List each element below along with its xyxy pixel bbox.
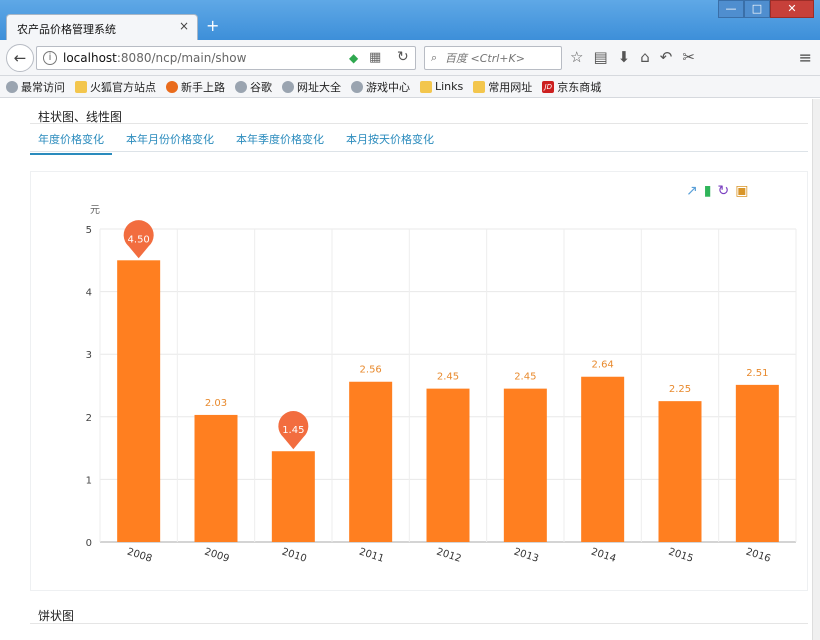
screenshot-icon[interactable]: ✂ (682, 48, 695, 66)
close-window-button[interactable]: ✕ (770, 0, 814, 18)
window-controls: — □ ✕ (718, 0, 814, 18)
undo-icon[interactable]: ↶ (660, 48, 673, 66)
bookmark-getting-started[interactable]: 新手上路 (166, 79, 225, 95)
bookmark-label: Links (435, 80, 464, 93)
value-label: 2.25 (669, 384, 691, 395)
marker-label: 1.45 (282, 425, 304, 436)
minimize-button[interactable]: — (718, 0, 744, 18)
tab-title: 农产品价格管理系统 (17, 23, 116, 36)
bookmark-url-directory[interactable]: 网址大全 (282, 79, 341, 95)
browser-title-bar: 农产品价格管理系统 × + — □ ✕ (0, 0, 820, 40)
browser-tab[interactable]: 农产品价格管理系统 × (6, 14, 198, 40)
bookmarks-bar: 最常访问 火狐官方站点 新手上路 谷歌 网址大全 游戏中心 Links 常用网址… (0, 76, 820, 98)
navigation-bar: ← i localhost:8080/ncp/main/show ◆ ▦ ↻ ⌕… (0, 40, 820, 76)
reload-icon[interactable]: ↻ (397, 49, 409, 65)
bookmark-most-visited[interactable]: 最常访问 (6, 79, 65, 95)
page-scrollbar[interactable] (812, 99, 820, 640)
firefox-icon (166, 80, 178, 93)
y-tick-label: 1 (86, 475, 92, 486)
page-content: 柱状图、线性图 年度价格变化 本年月份价格变化 本年季度价格变化 本月按天价格变… (0, 99, 820, 640)
home-icon[interactable]: ⌂ (640, 48, 650, 66)
folder-icon (473, 80, 486, 93)
value-label: 2.45 (437, 372, 459, 383)
bookmark-label: 游戏中心 (366, 80, 410, 94)
x-tick-label: 2009 (203, 546, 231, 564)
toolbar-icons: ☆ ▤ ⬇ ⌂ ↶ ✂ (570, 48, 695, 66)
bar (194, 414, 238, 542)
bar (117, 260, 161, 542)
bookmark-games[interactable]: 游戏中心 (351, 79, 410, 95)
value-label: 2.51 (746, 368, 768, 379)
close-tab-icon[interactable]: × (179, 19, 189, 33)
new-tab-button[interactable]: + (206, 16, 219, 35)
url-path: :8080/ncp/main/show (116, 51, 247, 65)
divider (30, 623, 808, 624)
y-axis-unit-label: 元 (90, 205, 100, 216)
value-label: 2.56 (360, 365, 382, 376)
globe-icon (235, 80, 247, 93)
url-text: localhost:8080/ncp/main/show (63, 51, 246, 65)
bar (349, 381, 393, 542)
search-input[interactable] (445, 50, 557, 66)
qr-code-icon[interactable]: ▦ (369, 50, 381, 65)
x-tick-label: 2008 (126, 546, 154, 564)
search-icon: ⌕ (431, 51, 438, 64)
address-bar[interactable]: i localhost:8080/ncp/main/show ◆ ▦ ↻ (36, 46, 416, 70)
globe-icon (282, 80, 294, 93)
bar (503, 388, 547, 542)
bookmark-label: 新手上路 (181, 80, 225, 94)
bookmark-star-icon[interactable]: ☆ (570, 48, 583, 66)
bookmark-firefox-site[interactable]: 火狐官方站点 (75, 79, 156, 95)
bookmark-label: 京东商城 (557, 80, 602, 94)
bar (735, 384, 779, 542)
value-label: 2.03 (205, 398, 227, 409)
x-tick-label: 2010 (280, 546, 308, 564)
folder-icon (75, 80, 87, 93)
bar-chart: 元 0 1 2 3 4 5 4.50 2008 2.03 2009 1.45 2010 2.56 2011 2… (86, 205, 797, 565)
x-tick-label: 2016 (744, 546, 772, 564)
pie-chart-title: 饼状图 (38, 609, 75, 623)
folder-icon (420, 80, 432, 93)
globe-icon (6, 80, 18, 93)
bookmark-label: 谷歌 (250, 80, 272, 94)
x-tick-label: 2013 (512, 546, 540, 564)
bookmark-common-sites[interactable]: 常用网址 (473, 79, 532, 95)
info-icon[interactable]: i (43, 51, 57, 65)
bar (581, 376, 625, 542)
y-tick-label: 5 (86, 225, 92, 236)
bookmark-label: 火狐官方站点 (90, 80, 156, 94)
y-tick-label: 3 (86, 350, 92, 361)
bookmark-google[interactable]: 谷歌 (235, 79, 272, 95)
maximize-button[interactable]: □ (744, 0, 770, 18)
bookmark-jd[interactable]: JD 京东商城 (542, 79, 601, 95)
bar (271, 451, 315, 542)
globe-icon (351, 80, 363, 93)
y-tick-label: 0 (86, 538, 92, 549)
bookmark-label: 最常访问 (21, 80, 65, 94)
bookmark-label: 常用网址 (488, 80, 533, 94)
bar (658, 401, 702, 542)
shield-icon[interactable]: ◆ (349, 51, 358, 65)
x-tick-label: 2012 (435, 546, 463, 564)
reading-list-icon[interactable]: ▤ (593, 48, 607, 66)
x-tick-label: 2014 (590, 546, 618, 564)
hamburger-menu-icon[interactable]: ≡ (799, 48, 812, 67)
bookmark-links[interactable]: Links (420, 80, 463, 93)
y-tick-label: 4 (86, 288, 92, 299)
back-button[interactable]: ← (6, 44, 34, 72)
y-tick-label: 2 (86, 413, 92, 424)
url-host: localhost (63, 51, 117, 65)
value-label: 2.64 (592, 360, 614, 371)
search-bar[interactable]: ⌕ (424, 46, 562, 70)
jd-logo-icon: JD (542, 80, 555, 93)
x-tick-label: 2011 (358, 546, 386, 564)
value-label: 2.45 (514, 372, 536, 383)
marker-label: 4.50 (128, 234, 150, 245)
bookmark-label: 网址大全 (297, 80, 341, 94)
bar (426, 388, 470, 542)
download-icon[interactable]: ⬇ (618, 48, 631, 66)
x-tick-label: 2015 (667, 546, 695, 564)
